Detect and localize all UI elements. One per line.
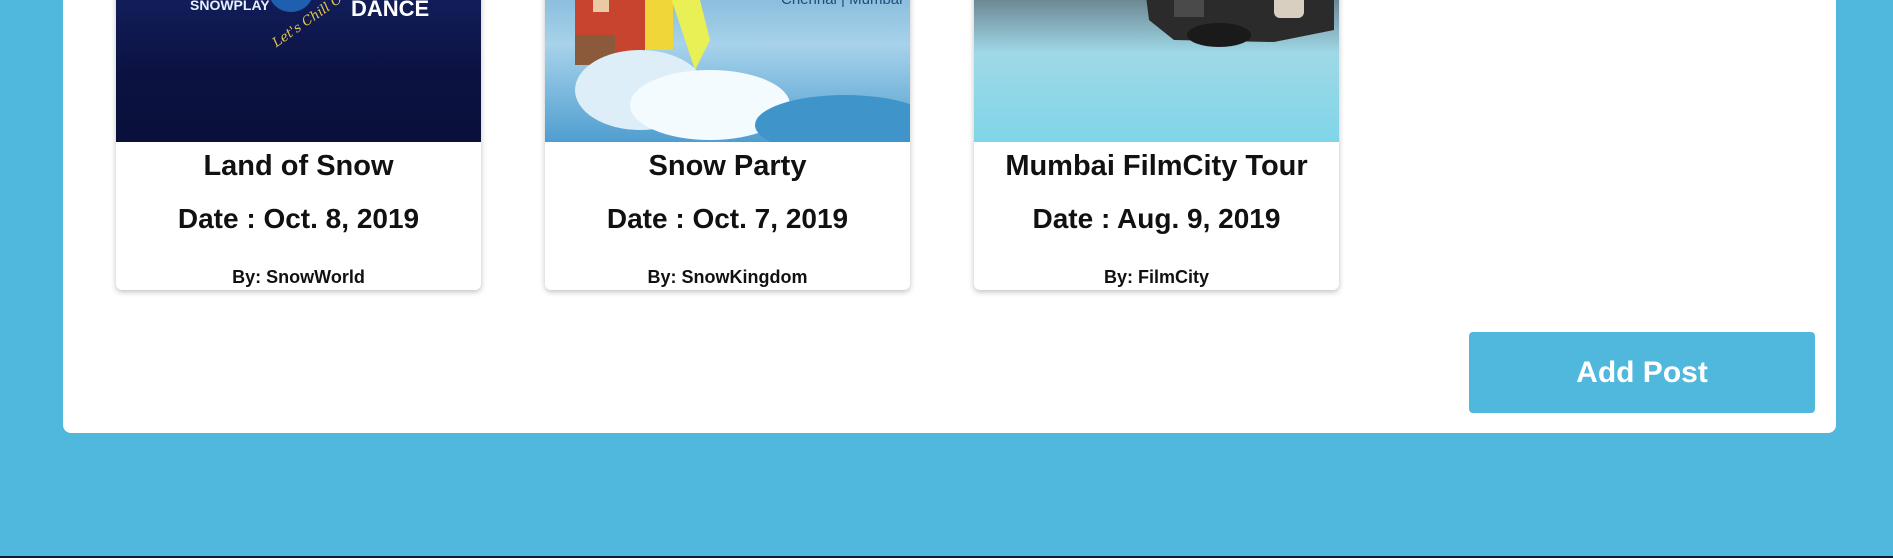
add-post-button[interactable]: Add Post xyxy=(1469,332,1815,413)
post-title[interactable]: Land of Snow xyxy=(116,150,481,183)
post-date: Date : Oct. 8, 2019 xyxy=(177,203,420,234)
poster-text-location: Chennai | Mumbai xyxy=(781,0,902,8)
post-author: By: SnowKingdom xyxy=(647,267,808,287)
post-title[interactable]: Mumbai FilmCity Tour xyxy=(974,150,1339,183)
post-author: By: SnowWorld xyxy=(232,267,365,287)
post-card[interactable]: Mumbai FilmCity Tour Date : Aug. 9, 2019… xyxy=(974,0,1339,290)
poster-text-snowplay: SNOWPLAY xyxy=(190,0,270,13)
post-image[interactable] xyxy=(974,0,1339,142)
filmcity-tour-vehicle-graphic xyxy=(1146,0,1334,47)
post-card[interactable]: SNOWPLAY DANCE Let's Chill Out Land of S… xyxy=(116,0,481,290)
post-author: By: FilmCity xyxy=(1103,267,1209,287)
post-date: Date : Oct. 7, 2019 xyxy=(606,203,849,234)
snow-party-poster-graphic: Chennai | Mumbai xyxy=(575,0,910,142)
post-card[interactable]: Chennai | Mumbai Snow Party Date : Oct. … xyxy=(545,0,910,290)
poster-text-dance: DANCE xyxy=(351,0,429,21)
post-title[interactable]: Snow Party xyxy=(545,150,910,183)
post-image[interactable]: Chennai | Mumbai xyxy=(545,0,910,142)
post-image[interactable]: SNOWPLAY DANCE Let's Chill Out xyxy=(116,0,481,142)
post-date: Date : Aug. 9, 2019 xyxy=(1032,203,1281,234)
snow-dance-poster-graphic: SNOWPLAY DANCE Let's Chill Out xyxy=(190,0,429,51)
